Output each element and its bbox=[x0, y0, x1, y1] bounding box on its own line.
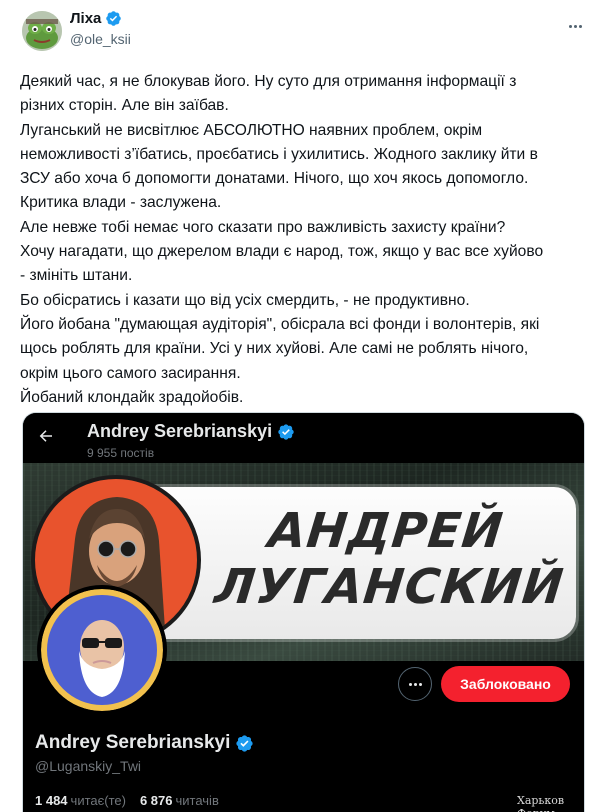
banner-title-line: ЛУГАНСКИЙ bbox=[212, 559, 567, 615]
verified-badge-icon bbox=[106, 11, 122, 26]
tweet-text: Деякий час, я не блокував його. Ну суто … bbox=[20, 70, 580, 410]
more-options-icon[interactable] bbox=[565, 16, 585, 36]
tweet-line: - змініть штани. bbox=[20, 267, 133, 285]
tweet-line: Йобаний клондайк зрадойобів. bbox=[20, 388, 244, 406]
screenshot-header-name: Andrey Serebrianskyi bbox=[87, 421, 273, 441]
tweet-line: Його йобана "думающая аудіторія", обісра… bbox=[20, 315, 540, 333]
screenshot-posts-count: 9 955 постів bbox=[87, 446, 155, 460]
back-arrow-icon bbox=[39, 430, 52, 442]
author-handle[interactable]: @ole_ksii bbox=[70, 31, 131, 47]
banner-title-line: АНДРЕЙ bbox=[265, 503, 506, 559]
profile-name: Andrey Serebrianskyi bbox=[35, 732, 231, 753]
profile-more-options-icon[interactable] bbox=[398, 667, 432, 701]
author-avatar[interactable] bbox=[22, 11, 62, 51]
tweet: Ліха @ole_ksii Деякий час, я не блокував… bbox=[0, 0, 592, 812]
blocked-button[interactable]: Заблоковано bbox=[441, 666, 570, 702]
following-stat[interactable]: 1 484 читає(те) bbox=[35, 793, 126, 808]
profile-handle: @Luganskiy_Twi bbox=[35, 758, 142, 774]
tweet-line: Деякий час, я не блокував його. Ну суто … bbox=[20, 73, 517, 90]
author-name-row: Ліха bbox=[70, 10, 122, 27]
verified-badge-icon bbox=[278, 423, 294, 440]
profile-name-row: Andrey Serebrianskyi bbox=[35, 732, 254, 754]
profile-stats: 1 484 читає(те) 6 876 читачів bbox=[35, 793, 219, 808]
tweet-line: Критика влади - заслужена. bbox=[20, 194, 222, 212]
followers-count: 6 876 bbox=[139, 793, 173, 808]
banner-title: АНДРЕЙ ЛУГАНСКИЙ bbox=[212, 503, 567, 615]
tweet-line: Бо обісратись і казати що від усіх смерд… bbox=[20, 291, 470, 309]
profile-avatar[interactable] bbox=[37, 585, 167, 715]
tweet-line: Луганський не висвітлює АБСОЛЮТНО наявни… bbox=[20, 121, 483, 139]
tweet-line: неможливості з’їбатись, проєбатись і ухи… bbox=[20, 145, 538, 163]
tweet-line: різних сторін. Але він заїбав. bbox=[20, 97, 229, 115]
tweet-line: ЗСУ або хоча б допомогти донатами. Нічог… bbox=[20, 170, 529, 188]
tweet-line: Але невже тобі немає чого сказати про ва… bbox=[20, 218, 506, 236]
embedded-screenshot[interactable]: Andrey Serebrianskyi 9 955 постів АНДРЕЙ… bbox=[22, 412, 585, 812]
followers-label: читачів bbox=[175, 793, 219, 808]
pepe-frog-icon bbox=[22, 11, 62, 51]
screenshot-header: Andrey Serebrianskyi 9 955 постів bbox=[23, 413, 584, 463]
watermark: Харьков Форум bbox=[517, 794, 565, 812]
followers-stat[interactable]: 6 876 читачів bbox=[140, 793, 219, 808]
tweet-line: Хочу нагадати, що джерелом влади є народ… bbox=[20, 243, 544, 261]
verified-badge-icon bbox=[236, 734, 253, 752]
tweet-line: окрім цього самого засирання. bbox=[20, 364, 241, 382]
screenshot-header-name-row: Andrey Serebrianskyi bbox=[87, 421, 295, 442]
following-count: 1 484 bbox=[35, 793, 68, 808]
tweet-line: щось роблять для країни. Усі у них хуйов… bbox=[20, 340, 529, 358]
bearded-man-sunglasses-icon bbox=[41, 589, 163, 711]
author-name[interactable]: Ліха bbox=[70, 10, 101, 27]
following-label: читає(те) bbox=[70, 793, 126, 808]
